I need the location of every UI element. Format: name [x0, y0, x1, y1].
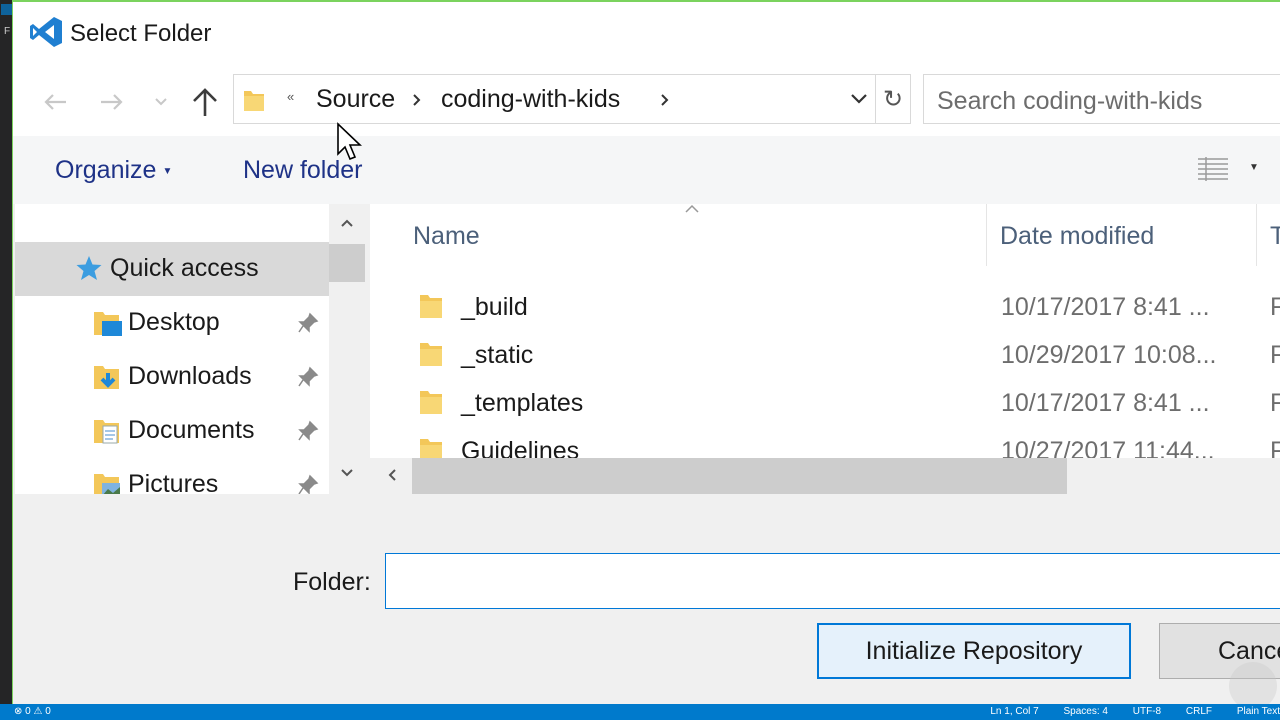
folder-icon	[420, 343, 442, 366]
column-divider[interactable]	[986, 204, 987, 266]
pin-icon[interactable]	[297, 366, 319, 388]
details-view-icon[interactable]	[1196, 156, 1230, 182]
address-dropdown-button[interactable]	[843, 74, 875, 124]
scroll-down-icon[interactable]	[340, 468, 354, 478]
statusbar-eol[interactable]: CRLF	[1186, 706, 1212, 717]
file-date: 10/27/2017 11:44...	[1001, 437, 1215, 458]
organize-menu-button[interactable]: Organize ▼	[55, 156, 172, 185]
statusbar-position[interactable]: Ln 1, Col 7	[990, 706, 1038, 717]
breadcrumb-separator-icon	[413, 94, 421, 106]
statusbar-indent[interactable]: Spaces: 4	[1064, 706, 1108, 717]
file-type: F	[1270, 389, 1280, 418]
desktop-folder-icon	[94, 312, 122, 336]
file-date: 10/17/2017 8:41 ...	[1001, 293, 1210, 321]
pin-icon[interactable]	[297, 474, 319, 494]
arrow-left-icon	[44, 94, 66, 110]
address-bar[interactable]: « Source coding-with-kids	[233, 74, 873, 124]
file-type: F	[1270, 437, 1280, 458]
mouse-cursor-icon	[337, 122, 362, 161]
file-name: _templates	[461, 389, 584, 417]
nav-item-label: Pictures	[128, 470, 219, 494]
navigation-bar: « Source coding-with-kids ↻ Search codin…	[13, 68, 1280, 136]
nav-item-pictures[interactable]: Pictures	[15, 458, 329, 494]
downloads-folder-icon	[94, 366, 119, 389]
file-row[interactable]: _templates 10/17/2017 8:41 ... F	[370, 378, 1280, 426]
view-options-caret-icon[interactable]: ▼	[1249, 162, 1259, 173]
column-header-name[interactable]: Name	[413, 222, 480, 251]
pictures-folder-icon	[94, 474, 120, 494]
file-type: F	[1270, 293, 1280, 322]
chevron-down-icon	[851, 94, 867, 104]
folder-icon	[420, 439, 442, 458]
file-name: _build	[461, 293, 528, 321]
organize-label: Organize	[55, 156, 157, 184]
dialog-title: Select Folder	[70, 20, 212, 47]
nav-item-label: Desktop	[128, 308, 220, 336]
recent-locations-button[interactable]	[141, 84, 181, 120]
nav-pane-scrollbar[interactable]	[329, 204, 365, 494]
navigation-pane: Quick access Desktop Downloads Documents	[15, 204, 329, 494]
nav-item-documents[interactable]: Documents	[15, 404, 329, 458]
file-type: F	[1270, 341, 1280, 370]
nav-item-downloads[interactable]: Downloads	[15, 350, 329, 404]
refresh-icon: ↻	[882, 85, 904, 113]
folder-input[interactable]	[385, 553, 1280, 609]
nav-item-label: Downloads	[128, 362, 252, 390]
column-divider[interactable]	[1256, 204, 1257, 266]
file-name: Guidelines	[461, 437, 580, 458]
arrow-up-icon	[193, 88, 217, 116]
nav-item-label: Quick access	[110, 254, 259, 282]
nav-item-desktop[interactable]: Desktop	[15, 296, 329, 350]
file-row[interactable]: _build 10/17/2017 8:41 ... F	[370, 282, 1280, 330]
file-list: Name Date modified T _build 10/17/2017 8…	[370, 204, 1280, 458]
scroll-left-icon[interactable]	[387, 468, 397, 482]
folder-icon	[244, 91, 264, 111]
breadcrumb-coding-with-kids[interactable]: coding-with-kids	[441, 85, 620, 114]
statusbar-encoding[interactable]: UTF-8	[1133, 706, 1161, 717]
search-input[interactable]: Search coding-with-kids	[923, 74, 1280, 124]
breadcrumb-separator-icon	[661, 94, 669, 106]
pin-icon[interactable]	[297, 420, 319, 442]
breadcrumb-source[interactable]: Source	[316, 85, 395, 114]
dialog-titlebar: Select Folder	[13, 2, 1280, 68]
folder-icon	[420, 295, 442, 318]
file-list-horizontal-scrollbar[interactable]	[374, 458, 1280, 494]
vscode-logo-icon	[30, 17, 62, 47]
nav-item-label: Documents	[128, 416, 255, 444]
file-name: _static	[461, 341, 534, 369]
initialize-repository-button[interactable]: Initialize Repository	[817, 623, 1131, 679]
up-button[interactable]	[185, 84, 225, 120]
file-date: 10/17/2017 8:41 ...	[1001, 389, 1210, 417]
folder-label: Folder:	[293, 568, 371, 596]
nav-item-quick-access[interactable]: Quick access	[15, 242, 329, 296]
horizontal-scrollbar-thumb[interactable]	[412, 458, 1067, 494]
pin-icon[interactable]	[297, 312, 319, 334]
caret-down-icon: ▼	[162, 165, 173, 177]
forward-button[interactable]	[92, 84, 132, 120]
star-icon	[76, 256, 102, 280]
statusbar-problems[interactable]: ⊗ 0 ⚠ 0	[14, 704, 51, 720]
watermark-play-icon	[1229, 662, 1277, 704]
arrow-right-icon	[101, 94, 123, 110]
chevron-down-icon	[155, 98, 167, 106]
column-header-date-modified[interactable]: Date modified	[1000, 222, 1154, 251]
file-row[interactable]: Guidelines 10/27/2017 11:44... F	[370, 426, 1280, 458]
refresh-button[interactable]: ↻	[875, 74, 911, 124]
vscode-mini-icon	[1, 4, 12, 15]
file-row[interactable]: _static 10/29/2017 10:08... F	[370, 330, 1280, 378]
sort-ascending-icon	[685, 204, 699, 213]
back-button[interactable]	[35, 84, 75, 120]
column-header-type[interactable]: T	[1270, 222, 1280, 251]
command-toolbar: Organize ▼ New folder ▼	[13, 136, 1280, 204]
file-date: 10/29/2017 10:08...	[1001, 341, 1217, 369]
address-overflow[interactable]: «	[287, 89, 294, 104]
sidebar-letter: F	[4, 26, 11, 37]
folder-icon	[420, 391, 442, 414]
scroll-up-icon[interactable]	[340, 218, 354, 228]
documents-folder-icon	[94, 420, 119, 444]
statusbar-language[interactable]: Plain Text	[1237, 706, 1280, 717]
nav-scrollbar-thumb[interactable]	[329, 244, 365, 282]
vscode-statusbar: ⊗ 0 ⚠ 0 Ln 1, Col 7 Spaces: 4 UTF-8 CRLF…	[0, 704, 1280, 720]
select-folder-dialog: Select Folder « Source coding-with-kids	[12, 0, 1280, 704]
